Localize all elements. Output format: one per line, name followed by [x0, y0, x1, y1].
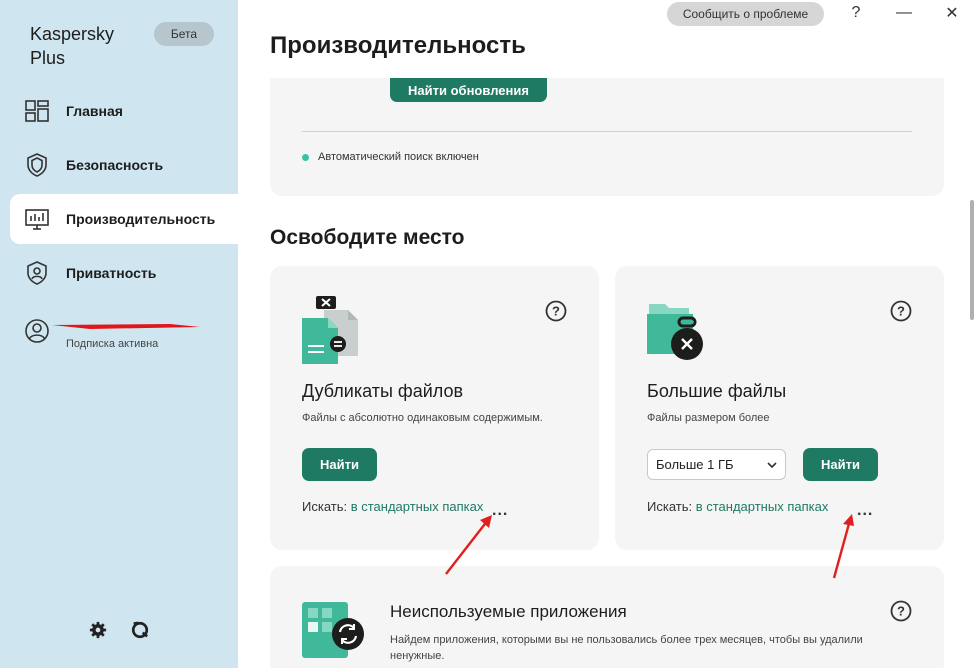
find-duplicates-button[interactable]: Найти — [302, 448, 377, 481]
large-files-title: Большие файлы — [647, 381, 787, 401]
redacted-account-name — [52, 324, 200, 329]
more-options-button[interactable]: ... — [492, 502, 508, 520]
page-title: Производительность — [270, 32, 526, 59]
find-large-files-button[interactable]: Найти — [803, 448, 878, 481]
help-icon[interactable]: ? — [890, 300, 912, 322]
auto-search-status: Автоматический поиск включен — [302, 151, 479, 163]
sidebar-item-label: Производительность — [66, 211, 216, 227]
section-title: Освободите место — [270, 226, 465, 249]
unused-apps-card: Неиспользуемые приложения Найдем приложе… — [270, 566, 944, 668]
search-folders-link[interactable]: в стандартных папках — [696, 499, 829, 514]
duplicates-description: Файлы с абсолютно одинаковым содержимым. — [302, 412, 543, 424]
updates-card: Найти обновления Автоматический поиск вк… — [270, 78, 944, 196]
status-dot — [302, 153, 309, 161]
sidebar-bottom-icons — [88, 620, 150, 640]
minimize-button[interactable]: — — [894, 3, 914, 23]
duplicate-files-icon — [302, 296, 358, 364]
sidebar-item-label: Приватность — [66, 265, 157, 281]
large-files-card: ? Большие файлы Файлы размером более Бол… — [615, 266, 944, 550]
sidebar-item-security[interactable]: Безопасность — [0, 140, 238, 190]
privacy-shield-icon — [24, 260, 50, 286]
performance-icon — [24, 206, 50, 232]
sidebar: Kaspersky Plus Бета Главная Безопасность — [0, 0, 238, 668]
chevron-down-icon — [767, 461, 777, 468]
large-files-icon — [647, 304, 703, 360]
account-item[interactable]: Подписка активна — [24, 318, 200, 350]
beta-badge: Бета — [154, 22, 214, 46]
help-button[interactable]: ? — [846, 3, 866, 23]
subscription-status: Подписка активна — [66, 338, 159, 350]
shield-icon — [24, 152, 50, 178]
sidebar-item-home[interactable]: Главная — [0, 86, 238, 136]
search-location: Искать: в стандартных папках — [302, 499, 484, 514]
duplicates-card: ? Дубликаты файлов Файлы с абсолютно оди… — [270, 266, 599, 550]
help-icon[interactable]: ? — [545, 300, 567, 322]
size-select[interactable]: Больше 1 ГБ — [647, 449, 786, 480]
more-options-button[interactable]: ... — [857, 502, 873, 520]
gear-icon[interactable] — [88, 620, 108, 640]
main-content: Производительность Найти обновления Авто… — [238, 0, 974, 668]
avatar-icon — [24, 318, 50, 344]
search-folders-link[interactable]: в стандартных папках — [351, 499, 484, 514]
search-location: Искать: в стандартных папках — [647, 499, 829, 514]
sidebar-item-privacy[interactable]: Приватность — [0, 248, 238, 298]
support-icon[interactable] — [130, 620, 150, 640]
unused-apps-description: Найдем приложения, которыми вы не пользо… — [390, 634, 863, 662]
large-files-description: Файлы размером более — [647, 412, 770, 424]
svg-text:?: ? — [897, 604, 905, 619]
report-problem-button[interactable]: Сообщить о проблеме — [667, 2, 824, 26]
close-button[interactable]: ✕ — [942, 3, 962, 23]
unused-apps-icon — [302, 602, 364, 658]
help-icon[interactable]: ? — [890, 600, 912, 622]
find-updates-button[interactable]: Найти обновления — [390, 78, 547, 102]
scrollbar[interactable] — [970, 200, 974, 320]
dashboard-icon — [24, 98, 50, 124]
divider — [302, 131, 912, 132]
sidebar-item-label: Безопасность — [66, 157, 164, 173]
duplicates-title: Дубликаты файлов — [302, 381, 464, 401]
svg-text:?: ? — [552, 304, 560, 319]
sidebar-item-label: Главная — [66, 103, 123, 119]
svg-text:?: ? — [897, 304, 905, 319]
app-name: Kaspersky Plus — [30, 24, 115, 68]
unused-apps-title: Неиспользуемые приложения — [390, 602, 627, 621]
sidebar-item-performance[interactable]: Производительность — [10, 194, 238, 244]
